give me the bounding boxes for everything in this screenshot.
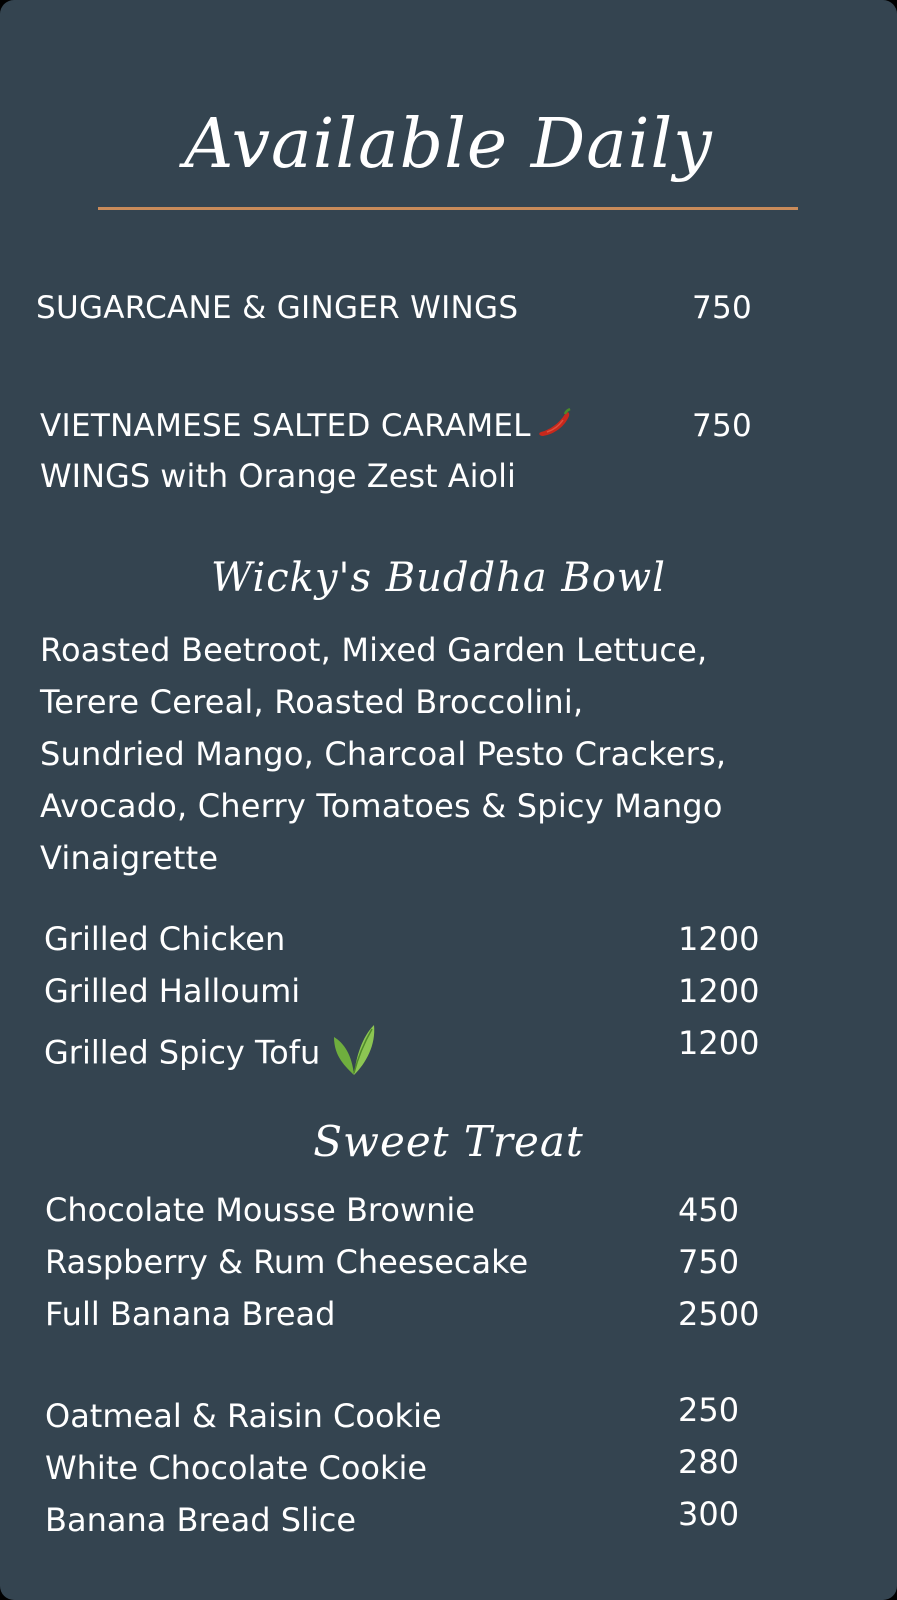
description-line: Roasted Beetroot, Mixed Garden Lettuce, xyxy=(40,631,708,669)
item-name: Banana Bread Slice xyxy=(45,1501,357,1539)
section-heading: Sweet Treat xyxy=(313,1117,584,1166)
item-price: 750 xyxy=(678,1243,740,1281)
description-line: Terere Cereal, Roasted Broccolini, xyxy=(40,683,584,721)
item-price: 450 xyxy=(678,1191,740,1229)
menu-card: Available Daily SUGARCANE & GINGER WINGS… xyxy=(0,0,897,1600)
item-name: Oatmeal & Raisin Cookie xyxy=(45,1397,442,1435)
item-name: SUGARCANE & GINGER WINGS xyxy=(36,290,519,326)
item-price: 250 xyxy=(678,1391,740,1429)
item-name: Full Banana Bread xyxy=(45,1295,336,1333)
bowl-description: Roasted Beetroot, Mixed Garden Lettuce, … xyxy=(40,624,880,884)
item-price: 300 xyxy=(678,1495,740,1533)
item-name: Grilled Spicy Tofu xyxy=(44,1033,321,1072)
item-name-line2: WINGS with Orange Zest Aioli xyxy=(40,457,516,495)
section-heading: Wicky's Buddha Bowl xyxy=(211,555,666,601)
item-name: White Chocolate Cookie xyxy=(45,1449,428,1487)
item-name: Raspberry & Rum Cheesecake xyxy=(45,1243,529,1281)
description-line: Sundried Mango, Charcoal Pesto Crackers, xyxy=(40,735,727,773)
description-line: Avocado, Cherry Tomatoes & Spicy Mango xyxy=(40,787,723,825)
item-price: 750 xyxy=(692,408,753,444)
item-price: 2500 xyxy=(678,1295,760,1333)
chili-pepper-icon xyxy=(535,407,573,448)
item-price: 1200 xyxy=(678,1024,760,1062)
item-price: 1200 xyxy=(678,972,760,1010)
title-divider xyxy=(98,207,798,210)
item-name: Chocolate Mousse Brownie xyxy=(45,1191,475,1229)
item-name: Grilled Halloumi xyxy=(44,972,301,1010)
description-line: Vinaigrette xyxy=(40,839,219,877)
item-price: 1200 xyxy=(678,920,760,958)
vegan-leaf-icon xyxy=(332,1023,376,1086)
item-name-line1: VIETNAMESE SALTED CARAMEL xyxy=(40,408,531,444)
item-price: 280 xyxy=(678,1443,740,1481)
item-price: 750 xyxy=(692,290,753,326)
item-name: Grilled Chicken xyxy=(44,920,286,958)
menu-title: Available Daily xyxy=(184,105,713,184)
